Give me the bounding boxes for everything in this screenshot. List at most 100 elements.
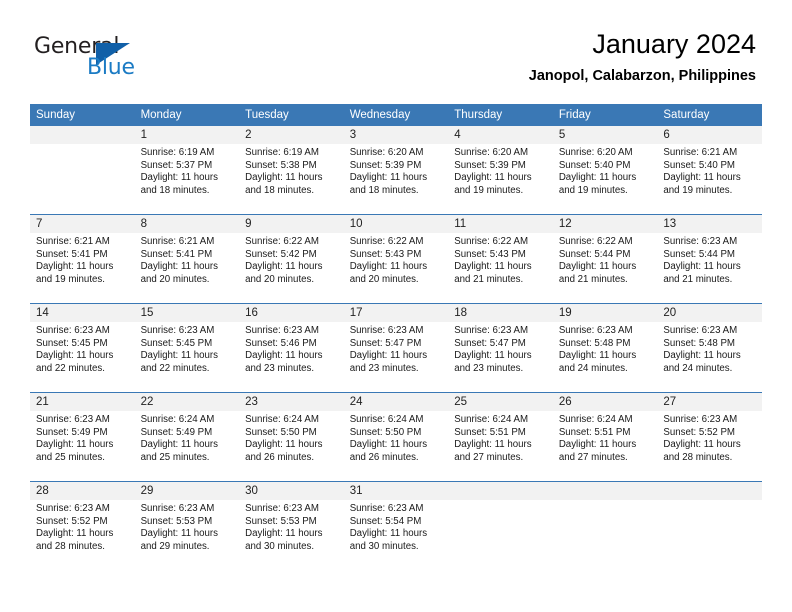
general-blue-logo: General Blue bbox=[34, 34, 164, 86]
calendar-day-cell[interactable]: 23 Sunrise: 6:24 AM Sunset: 5:50 PM Dayligh… bbox=[239, 392, 344, 482]
day-number: 7 bbox=[30, 215, 135, 233]
day-number: 8 bbox=[134, 215, 240, 233]
weekday-sunday: Sunday bbox=[30, 104, 135, 126]
calendar-day-cell[interactable]: 2 Sunrise: 6:19 AM Sunset: 5:38 PM Daylight… bbox=[239, 126, 344, 215]
calendar-day-cell[interactable]: 17 Sunrise: 6:23 AM Sunset: 5:47 PM Dayligh… bbox=[343, 303, 449, 393]
day-info-line: and 22 minutes. bbox=[140, 362, 210, 374]
calendar-day-cell[interactable]: 11 Sunrise: 6:22 AM Sunset: 5:43 PM Dayligh… bbox=[448, 214, 553, 304]
calendar-day-cell[interactable]: 6 Sunrise: 6:21 AM Sunset: 5:40 PM Daylight… bbox=[657, 126, 762, 215]
day-sun-info: Sunrise: 6:23 AM Sunset: 5:45 PM Daylight:… bbox=[135, 322, 240, 375]
page-subtitle: Janopol, Calabarzon, Philippines bbox=[528, 68, 756, 84]
day-info-line: and 20 minutes. bbox=[245, 273, 315, 285]
day-info-line: Sunrise: 6:23 AM bbox=[349, 325, 424, 336]
day-info-line: and 24 minutes. bbox=[558, 362, 628, 374]
day-info-line: Sunrise: 6:23 AM bbox=[36, 503, 110, 514]
day-info-line: and 25 minutes. bbox=[140, 451, 210, 463]
calendar-day-cell[interactable]: 8 Sunrise: 6:21 AM Sunset: 5:41 PM Daylight… bbox=[134, 214, 240, 304]
day-cell-content bbox=[30, 126, 135, 214]
day-sun-info: Sunrise: 6:24 AM Sunset: 5:51 PM Daylight:… bbox=[553, 411, 658, 464]
day-info-line: Sunset: 5:43 PM bbox=[349, 248, 422, 260]
day-info-line: Daylight: 11 hours bbox=[663, 350, 741, 362]
day-number: 1 bbox=[134, 126, 240, 144]
day-info-line: and 21 minutes. bbox=[663, 273, 733, 285]
calendar-day-cell[interactable]: 14 Sunrise: 6:23 AM Sunset: 5:45 PM Dayligh… bbox=[30, 303, 135, 393]
calendar-day-cell[interactable]: 21 Sunrise: 6:23 AM Sunset: 5:49 PM Dayligh… bbox=[30, 392, 135, 482]
page-header: General Blue January 2024 Janopol, Calab… bbox=[0, 0, 792, 100]
calendar-day-cell[interactable]: 9 Sunrise: 6:22 AM Sunset: 5:42 PM Daylight… bbox=[239, 214, 344, 304]
day-info-line: Sunrise: 6:23 AM bbox=[36, 325, 110, 336]
calendar-day-cell[interactable]: 24 Sunrise: 6:24 AM Sunset: 5:50 PM Dayligh… bbox=[343, 392, 449, 482]
calendar-day-cell[interactable]: 30 Sunrise: 6:23 AM Sunset: 5:53 PM Dayligh… bbox=[239, 481, 344, 570]
calendar-week-row: 7 Sunrise: 6:21 AM Sunset: 5:41 PM Daylight… bbox=[30, 214, 762, 304]
day-cell-content: 29 Sunrise: 6:23 AM Sunset: 5:53 PM Dayligh… bbox=[134, 482, 240, 570]
day-cell-content: 28 Sunrise: 6:23 AM Sunset: 5:52 PM Dayligh… bbox=[30, 482, 135, 570]
day-cell-content: 9 Sunrise: 6:22 AM Sunset: 5:42 PM Daylight… bbox=[239, 215, 344, 303]
day-info-line: Sunrise: 6:23 AM bbox=[454, 325, 529, 336]
day-sun-info bbox=[553, 500, 658, 503]
day-number: 4 bbox=[448, 126, 553, 144]
day-info-line: Sunrise: 6:23 AM bbox=[349, 503, 424, 514]
calendar-day-cell[interactable]: 26 Sunrise: 6:24 AM Sunset: 5:51 PM Dayligh… bbox=[552, 392, 658, 482]
day-number: 6 bbox=[657, 126, 762, 144]
day-info-line: and 19 minutes. bbox=[36, 273, 105, 285]
calendar-day-cell[interactable]: 15 Sunrise: 6:23 AM Sunset: 5:45 PM Dayligh… bbox=[134, 303, 240, 393]
calendar-day-cell[interactable]: 29 Sunrise: 6:23 AM Sunset: 5:53 PM Dayligh… bbox=[134, 481, 240, 570]
day-sun-info: Sunrise: 6:23 AM Sunset: 5:52 PM Daylight:… bbox=[657, 411, 762, 464]
calendar-day-cell[interactable]: 5 Sunrise: 6:20 AM Sunset: 5:40 PM Daylight… bbox=[552, 126, 658, 215]
calendar-day-cell[interactable]: 10 Sunrise: 6:22 AM Sunset: 5:43 PM Dayligh… bbox=[343, 214, 449, 304]
calendar-day-cell[interactable]: 22 Sunrise: 6:24 AM Sunset: 5:49 PM Dayligh… bbox=[134, 392, 240, 482]
day-cell-content: 22 Sunrise: 6:24 AM Sunset: 5:49 PM Dayligh… bbox=[134, 393, 240, 481]
day-info-line: Sunset: 5:44 PM bbox=[663, 248, 735, 260]
day-info-line: Daylight: 11 hours bbox=[349, 439, 428, 451]
day-info-line: Daylight: 11 hours bbox=[36, 439, 114, 451]
day-info-line: Sunrise: 6:19 AM bbox=[140, 147, 215, 158]
calendar-day-cell[interactable]: 1 Sunrise: 6:19 AM Sunset: 5:37 PM Daylight… bbox=[134, 126, 240, 215]
day-info-line: Sunrise: 6:20 AM bbox=[349, 147, 424, 158]
day-sun-info: Sunrise: 6:24 AM Sunset: 5:50 PM Daylight:… bbox=[239, 411, 344, 464]
day-cell-content: 10 Sunrise: 6:22 AM Sunset: 5:43 PM Dayligh… bbox=[343, 215, 449, 303]
day-info-line: Sunrise: 6:23 AM bbox=[36, 414, 110, 425]
day-number: 16 bbox=[239, 304, 344, 322]
calendar-day-cell[interactable]: 28 Sunrise: 6:23 AM Sunset: 5:52 PM Dayligh… bbox=[30, 481, 135, 570]
day-number: 25 bbox=[448, 393, 553, 411]
day-number: 29 bbox=[134, 482, 240, 500]
day-number: 3 bbox=[343, 126, 449, 144]
day-number: 13 bbox=[657, 215, 762, 233]
day-info-line: and 26 minutes. bbox=[245, 451, 315, 463]
calendar-day-cell[interactable]: 13 Sunrise: 6:23 AM Sunset: 5:44 PM Dayligh… bbox=[657, 214, 762, 304]
calendar-day-cell bbox=[657, 481, 762, 570]
day-info-line: Sunset: 5:37 PM bbox=[140, 159, 213, 171]
day-number: 17 bbox=[343, 304, 449, 322]
calendar-day-cell[interactable]: 12 Sunrise: 6:22 AM Sunset: 5:44 PM Dayligh… bbox=[552, 214, 658, 304]
day-info-line: and 23 minutes. bbox=[454, 362, 524, 374]
calendar-day-cell[interactable]: 19 Sunrise: 6:23 AM Sunset: 5:48 PM Dayligh… bbox=[552, 303, 658, 393]
day-info-line: Sunset: 5:49 PM bbox=[36, 426, 108, 438]
day-cell-content: 1 Sunrise: 6:19 AM Sunset: 5:37 PM Daylight… bbox=[134, 126, 240, 214]
day-sun-info: Sunrise: 6:22 AM Sunset: 5:43 PM Daylight:… bbox=[344, 233, 449, 286]
calendar-day-cell[interactable]: 25 Sunrise: 6:24 AM Sunset: 5:51 PM Dayligh… bbox=[448, 392, 553, 482]
day-info-line: and 24 minutes. bbox=[663, 362, 733, 374]
calendar-day-cell[interactable]: 7 Sunrise: 6:21 AM Sunset: 5:41 PM Daylight… bbox=[30, 214, 135, 304]
calendar-day-cell[interactable]: 16 Sunrise: 6:23 AM Sunset: 5:46 PM Dayligh… bbox=[239, 303, 344, 393]
day-cell-content: 31 Sunrise: 6:23 AM Sunset: 5:54 PM Dayligh… bbox=[343, 482, 449, 570]
day-number: 26 bbox=[552, 393, 658, 411]
day-info-line: Sunset: 5:39 PM bbox=[454, 159, 526, 171]
calendar-day-cell[interactable]: 4 Sunrise: 6:20 AM Sunset: 5:39 PM Daylight… bbox=[448, 126, 553, 215]
day-info-line: Daylight: 11 hours bbox=[454, 261, 532, 273]
calendar-day-cell[interactable]: 20 Sunrise: 6:23 AM Sunset: 5:48 PM Dayligh… bbox=[657, 303, 762, 393]
calendar-day-cell[interactable]: 3 Sunrise: 6:20 AM Sunset: 5:39 PM Daylight… bbox=[343, 126, 449, 215]
day-sun-info: Sunrise: 6:23 AM Sunset: 5:44 PM Daylight:… bbox=[657, 233, 762, 286]
day-info-line: and 27 minutes. bbox=[558, 451, 628, 463]
day-number: 12 bbox=[552, 215, 658, 233]
day-cell-content: 21 Sunrise: 6:23 AM Sunset: 5:49 PM Dayligh… bbox=[30, 393, 135, 481]
weekday-saturday: Saturday bbox=[657, 104, 762, 126]
day-info-line: Sunset: 5:45 PM bbox=[36, 337, 108, 349]
calendar-day-cell[interactable]: 27 Sunrise: 6:23 AM Sunset: 5:52 PM Dayligh… bbox=[657, 392, 762, 482]
calendar-week-row: 28 Sunrise: 6:23 AM Sunset: 5:52 PM Dayligh… bbox=[30, 481, 762, 570]
day-info-line: Daylight: 11 hours bbox=[454, 172, 532, 184]
day-cell-content: 20 Sunrise: 6:23 AM Sunset: 5:48 PM Dayligh… bbox=[657, 304, 762, 392]
calendar-day-cell[interactable]: 31 Sunrise: 6:23 AM Sunset: 5:54 PM Dayligh… bbox=[343, 481, 449, 570]
day-info-line: Sunset: 5:53 PM bbox=[140, 515, 213, 527]
day-info-line: Sunset: 5:47 PM bbox=[349, 337, 422, 349]
calendar-day-cell[interactable]: 18 Sunrise: 6:23 AM Sunset: 5:47 PM Dayligh… bbox=[448, 303, 553, 393]
